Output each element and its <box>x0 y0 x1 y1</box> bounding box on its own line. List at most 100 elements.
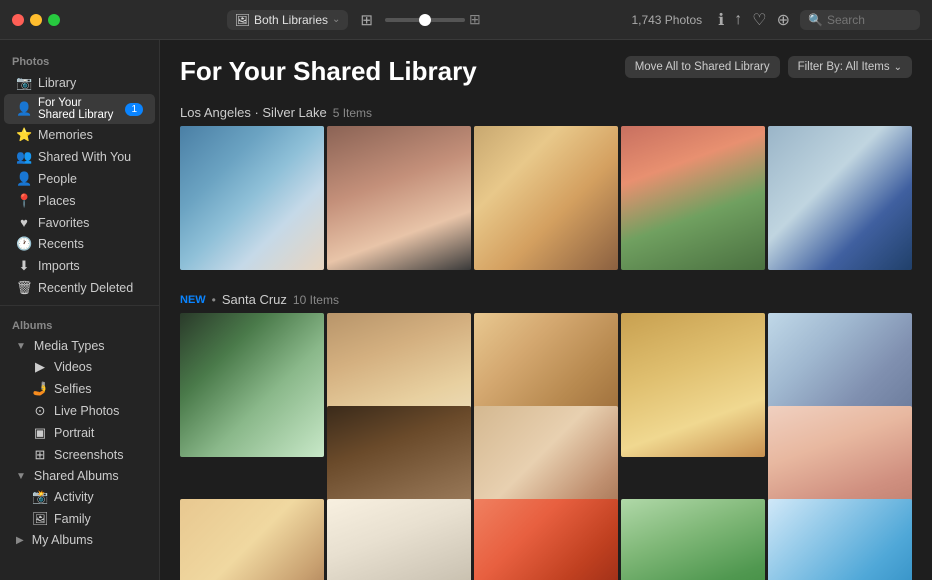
sidebar-item-library[interactable]: 📷 Library <box>4 72 155 94</box>
section-items-count: 5 Items <box>333 106 372 120</box>
info-icon[interactable]: ℹ <box>718 10 724 30</box>
sidebar-item-portrait[interactable]: ▣ Portrait <box>4 422 155 444</box>
search-input[interactable] <box>827 13 917 27</box>
add-icon[interactable]: ⊕ <box>777 10 790 30</box>
photo-cell[interactable] <box>180 499 324 580</box>
media-types-triangle: ▼ <box>16 341 26 352</box>
photo-cell[interactable] <box>768 499 912 580</box>
recently-deleted-icon: 🗑 <box>16 280 32 296</box>
content-area: For Your Shared Library Move All to Shar… <box>160 40 932 580</box>
photo-cell[interactable] <box>180 313 324 457</box>
search-bar[interactable]: 🔍 <box>800 10 920 30</box>
action-buttons: Move All to Shared Library Filter By: Al… <box>625 56 912 78</box>
sidebar-item-videos[interactable]: ▶ Videos <box>4 356 155 378</box>
photo-cell[interactable] <box>621 499 765 580</box>
santa-cruz-second-row <box>180 499 912 580</box>
sidebar-label-recents: Recents <box>38 237 84 251</box>
my-albums-label: My Albums <box>32 533 93 547</box>
sidebar-item-imports[interactable]: ⬇ Imports <box>4 255 155 277</box>
sidebar-item-media-types[interactable]: ▼ Media Types <box>4 336 155 356</box>
section-header-santa-cruz: NEW • Santa Cruz 10 Items <box>180 292 912 307</box>
santa-cruz-count: 10 Items <box>293 293 339 307</box>
search-icon: 🔍 <box>808 13 823 27</box>
filter-chevron-icon: ⌄ <box>894 62 902 73</box>
photo-cell[interactable] <box>621 126 765 270</box>
zoom-end-icon: ⊞ <box>469 11 481 28</box>
shared-albums-label: Shared Albums <box>34 469 119 483</box>
favorites-icon: ♥ <box>16 215 32 230</box>
photo-cell[interactable] <box>327 499 471 580</box>
shared-library-icon: 👤 <box>16 101 32 117</box>
library-icon: 🖼 <box>235 13 250 27</box>
share-icon[interactable]: ↑ <box>734 11 742 29</box>
videos-icon: ▶ <box>32 359 48 375</box>
sidebar-label-family: Family <box>54 512 91 526</box>
recents-icon: 🕐 <box>16 236 32 252</box>
sidebar-item-recently-deleted[interactable]: 🗑 Recently Deleted <box>4 277 155 299</box>
sidebar-item-recents[interactable]: 🕐 Recents <box>4 233 155 255</box>
sidebar-item-shared-with-you[interactable]: 👥 Shared With You <box>4 146 155 168</box>
sidebar-label-places: Places <box>38 194 76 208</box>
selfies-icon: 🤳 <box>32 381 48 397</box>
sidebar-label-people: People <box>38 172 77 186</box>
sidebar-label-library: Library <box>38 76 76 90</box>
photo-cell[interactable] <box>621 313 765 457</box>
fullscreen-button[interactable] <box>48 14 60 26</box>
my-albums-triangle: ▶ <box>16 535 24 546</box>
sidebar-item-screenshots[interactable]: ⊞ Screenshots <box>4 444 155 466</box>
screenshots-icon: ⊞ <box>32 447 48 463</box>
live-photos-icon: ⊙ <box>32 403 48 419</box>
sidebar-label-live-photos: Live Photos <box>54 404 119 418</box>
los-angeles-photo-grid <box>180 126 912 276</box>
sidebar-item-live-photos[interactable]: ⊙ Live Photos <box>4 400 155 422</box>
shared-albums-triangle: ▼ <box>16 471 26 482</box>
places-icon: 📍 <box>16 193 32 209</box>
sidebar-item-memories[interactable]: ⭐ Memories <box>4 124 155 146</box>
sidebar-item-family[interactable]: 🖼 Family <box>4 508 155 530</box>
portrait-icon: ▣ <box>32 425 48 441</box>
sidebar-label-favorites: Favorites <box>38 216 89 230</box>
sidebar-item-my-albums[interactable]: ▶ My Albums <box>4 530 155 550</box>
close-button[interactable] <box>12 14 24 26</box>
move-all-button[interactable]: Move All to Shared Library <box>625 56 780 78</box>
traffic-lights <box>12 14 60 26</box>
photo-cell[interactable] <box>474 126 618 270</box>
sidebar-item-favorites[interactable]: ♥ Favorites <box>4 212 155 233</box>
sidebar-label-videos: Videos <box>54 360 92 374</box>
toolbar-center: 🖼 Both Libraries ⌄ ⊞ ⊞ <box>76 10 631 30</box>
sidebar-item-places[interactable]: 📍 Places <box>4 190 155 212</box>
minimize-button[interactable] <box>30 14 42 26</box>
section-santa-cruz: NEW • Santa Cruz 10 Items <box>180 292 912 580</box>
imports-icon: ⬇ <box>16 258 32 274</box>
title-bar: 🖼 Both Libraries ⌄ ⊞ ⊞ 1,743 Photos ℹ ↑ … <box>0 0 932 40</box>
photo-cell[interactable] <box>327 126 471 270</box>
sidebar-item-shared-library[interactable]: 👤 For Your Shared Library 1 <box>4 94 155 124</box>
favorite-icon[interactable]: ♡ <box>752 10 766 30</box>
library-picker[interactable]: 🖼 Both Libraries ⌄ <box>227 10 349 30</box>
new-badge: NEW <box>180 294 206 306</box>
shared-library-badge: 1 <box>125 103 143 116</box>
sidebar-item-shared-albums[interactable]: ▼ Shared Albums <box>4 466 155 486</box>
section-los-angeles: Los Angeles · Silver Lake 5 Items <box>180 105 912 276</box>
photo-cell[interactable] <box>180 126 324 270</box>
view-options-icon[interactable]: ⊞ <box>360 11 373 29</box>
sidebar-item-activity[interactable]: 📸 Activity <box>4 486 155 508</box>
sidebar-label-activity: Activity <box>54 490 94 504</box>
sidebar-label-memories: Memories <box>38 128 93 142</box>
sidebar-label-shared-library: For Your Shared Library <box>38 97 119 121</box>
photo-cell[interactable] <box>474 499 618 580</box>
section-header-los-angeles: Los Angeles · Silver Lake 5 Items <box>180 105 912 120</box>
sidebar-label-imports: Imports <box>38 259 80 273</box>
santa-cruz-photo-grid <box>180 313 912 496</box>
people-icon: 👤 <box>16 171 32 187</box>
sidebar-item-people[interactable]: 👤 People <box>4 168 155 190</box>
filter-button[interactable]: Filter By: All Items ⌄ <box>788 56 912 78</box>
family-icon: 🖼 <box>32 511 48 527</box>
shared-with-you-icon: 👥 <box>16 149 32 165</box>
section-location-label: Los Angeles · Silver Lake <box>180 105 327 120</box>
filter-label: Filter By: All Items <box>798 61 890 73</box>
zoom-slider[interactable]: ⊞ <box>385 11 481 28</box>
toolbar-right: ℹ ↑ ♡ ⊕ 🔍 <box>718 10 920 30</box>
sidebar-item-selfies[interactable]: 🤳 Selfies <box>4 378 155 400</box>
photo-cell[interactable] <box>768 126 912 270</box>
